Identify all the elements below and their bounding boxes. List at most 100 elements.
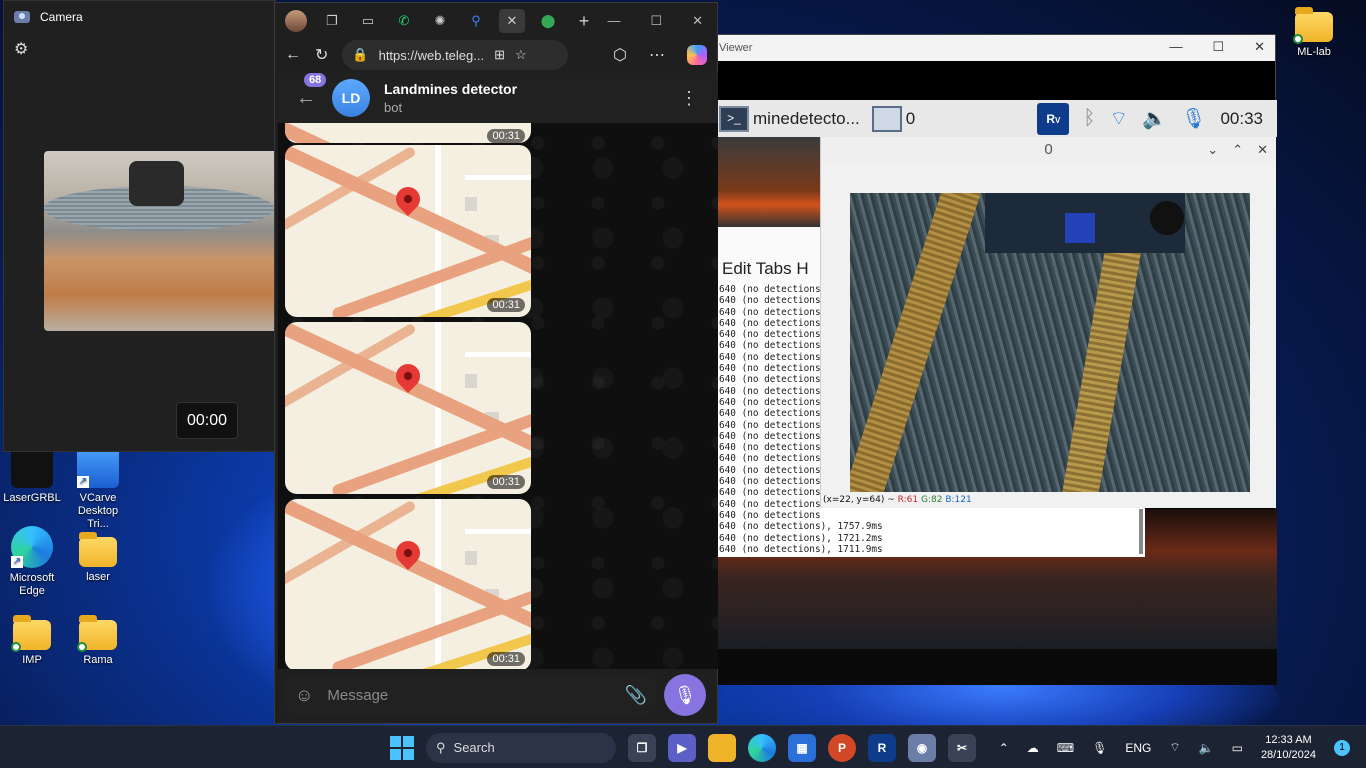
- bluetooth-icon[interactable]: ᛒ: [1083, 107, 1095, 130]
- store-icon[interactable]: ▦: [788, 733, 816, 762]
- chat-subtitle: bot: [384, 100, 403, 115]
- snipping-tool-icon[interactable]: ✂: [948, 733, 976, 762]
- pi-task-window[interactable]: 0: [866, 100, 921, 137]
- notification-badge[interactable]: 1: [1334, 739, 1350, 756]
- chat-title-block[interactable]: Landmines detector bot: [384, 81, 517, 115]
- chat-messages[interactable]: 00:31 00:31 00:31 00:31: [278, 123, 718, 669]
- kebab-menu-icon[interactable]: ⋮: [680, 88, 698, 109]
- viewer-window-controls: — ☐ ✕: [1169, 39, 1265, 55]
- avatar[interactable]: LD: [332, 79, 370, 117]
- wifi-icon[interactable]: ⌔: [1169, 740, 1180, 755]
- close-icon[interactable]: ✕: [1257, 137, 1268, 163]
- keyboard-icon[interactable]: ⌨: [1057, 741, 1074, 755]
- attach-icon[interactable]: 📎: [625, 685, 647, 706]
- gear-icon[interactable]: ⚙: [14, 39, 28, 59]
- camera-app-icon[interactable]: ◉: [908, 733, 936, 762]
- wifi-icon[interactable]: ⌔: [1109, 106, 1128, 131]
- desktop-icon-laser[interactable]: laser: [66, 532, 130, 584]
- taskbar-clock[interactable]: 12:33 AM 28/10/2024: [1261, 733, 1316, 763]
- opencv-frame[interactable]: [850, 193, 1250, 492]
- folder-icon: [11, 615, 51, 652]
- message-time: 00:31: [487, 475, 525, 489]
- refresh-icon[interactable]: ↻: [315, 45, 328, 65]
- microphone-icon[interactable]: 🎙: [1092, 741, 1107, 755]
- minimize-icon[interactable]: —: [607, 13, 620, 29]
- volume-icon[interactable]: 🔈: [1142, 106, 1167, 131]
- powerpoint-icon[interactable]: P: [828, 733, 856, 762]
- desktop-icon-vcarve[interactable]: ↗ VCarve Desktop Tri...: [66, 446, 130, 531]
- volume-icon[interactable]: 🔈: [1199, 741, 1214, 755]
- teams-icon[interactable]: ▶: [668, 733, 696, 762]
- system-tray: ⌃ ☁ ⌨ 🎙 ENG ⌔ 🔈 ▭ 12:33 AM 28/10/2024 1: [999, 726, 1350, 768]
- desktop-icon-imp[interactable]: IMP: [0, 615, 64, 667]
- taskbar-apps: ⚲ Search ❐ ▶ ▦ P R ◉ ✂: [390, 726, 976, 768]
- maximize-icon[interactable]: ☐: [1212, 39, 1224, 55]
- maximize-icon[interactable]: ☐: [650, 13, 662, 29]
- battery-icon[interactable]: ▭: [1232, 741, 1243, 755]
- vnc-icon[interactable]: RV: [1037, 102, 1070, 135]
- chatgpt-tab-icon[interactable]: ✺: [427, 9, 453, 33]
- new-tab-icon[interactable]: +: [571, 9, 597, 33]
- back-icon[interactable]: ←: [285, 46, 301, 64]
- desktop-icon-edge[interactable]: ↗ Microsoft Edge: [0, 526, 64, 598]
- taskbar-search[interactable]: ⚲ Search: [426, 732, 616, 763]
- terminal-scrollbar[interactable]: [1139, 509, 1143, 554]
- copilot-icon[interactable]: [687, 45, 707, 65]
- message-input[interactable]: Message: [327, 687, 610, 704]
- more-icon[interactable]: ⋯: [649, 45, 665, 65]
- camera-title: Camera: [40, 10, 83, 24]
- task-view-icon[interactable]: ❐: [628, 733, 656, 762]
- search-tab-icon[interactable]: ⚲: [463, 9, 489, 33]
- emoji-icon[interactable]: ☺: [295, 685, 313, 706]
- camera-icon: [14, 11, 30, 23]
- close-icon[interactable]: ✕: [1254, 39, 1265, 55]
- opencv-window: 0 ⌄ ⌃ ✕ (x=22, y=64) ~ R:61 G:82 B:121: [820, 137, 1276, 508]
- close-icon[interactable]: ✕: [692, 13, 703, 29]
- opencv-titlebar[interactable]: 0 ⌄ ⌃ ✕: [821, 137, 1276, 163]
- location-message[interactable]: 00:31: [285, 123, 531, 143]
- edge-icon[interactable]: [748, 733, 776, 762]
- pi-task-label: 0: [905, 108, 916, 128]
- extensions-icon[interactable]: ⬡: [613, 45, 627, 65]
- onedrive-icon[interactable]: ☁: [1027, 741, 1039, 755]
- viewer-title: Viewer: [719, 42, 753, 54]
- location-message[interactable]: 00:31: [285, 322, 531, 494]
- workspaces-icon[interactable]: ❐: [319, 9, 345, 33]
- voice-record-button[interactable]: 🎙: [664, 674, 706, 716]
- language-indicator[interactable]: ENG: [1125, 741, 1151, 755]
- taskbar-time: 12:33 AM: [1265, 733, 1312, 746]
- whatsapp-tab-icon[interactable]: ✆: [391, 9, 417, 33]
- split-screen-icon[interactable]: ⊞: [494, 47, 505, 63]
- desktop-icon-ml-lab[interactable]: ML-lab: [1282, 7, 1346, 59]
- location-message[interactable]: 00:31: [285, 145, 531, 317]
- microphone-icon[interactable]: 🎙: [1181, 106, 1206, 131]
- chat-name: Landmines detector: [384, 81, 518, 97]
- vnc-viewer-window: Viewer — ☐ ✕ >_ minedetecto... 0 RV ᛒ ⌔ …: [712, 34, 1277, 685]
- camera-titlebar[interactable]: Camera: [4, 1, 275, 33]
- profile-avatar[interactable]: [283, 9, 309, 33]
- back-button[interactable]: ← 68: [286, 72, 327, 110]
- chevron-up-icon[interactable]: ⌃: [1232, 137, 1243, 163]
- vnc-viewer-icon[interactable]: R: [868, 733, 896, 762]
- url-field[interactable]: 🔒 https://web.teleg... ⊞ ☆: [342, 40, 569, 70]
- folder-icon: [79, 532, 117, 567]
- message-time: 00:31: [487, 652, 525, 666]
- start-button[interactable]: [390, 735, 414, 760]
- chevron-up-icon[interactable]: ⌃: [999, 741, 1009, 755]
- close-tab-icon[interactable]: ✕: [499, 9, 525, 33]
- file-explorer-icon[interactable]: [708, 733, 736, 762]
- pi-wallpaper-bottom: [713, 649, 1277, 685]
- minimize-icon[interactable]: —: [1169, 39, 1182, 55]
- windows-taskbar: ⚲ Search ❐ ▶ ▦ P R ◉ ✂ ⌃ ☁ ⌨ 🎙 ENG ⌔ 🔈 ▭…: [0, 725, 1366, 768]
- desktop-icon-lasergrbl[interactable]: LaserGRBL: [0, 446, 64, 505]
- chevron-down-icon[interactable]: ⌄: [1207, 137, 1218, 163]
- editor-menu[interactable]: Edit Tabs H: [713, 227, 820, 284]
- location-message[interactable]: 00:31: [285, 499, 531, 669]
- pi-task-terminal[interactable]: >_ minedetecto...: [713, 100, 866, 137]
- favorite-icon[interactable]: ☆: [515, 47, 527, 63]
- microphone-icon: 🎙: [673, 684, 697, 705]
- camera-scene-robot: [129, 161, 184, 206]
- maps-tab-icon[interactable]: ⬤: [535, 9, 561, 33]
- desktop-icon-rama[interactable]: Rama: [66, 615, 130, 667]
- tab-actions-icon[interactable]: ▭: [355, 9, 381, 33]
